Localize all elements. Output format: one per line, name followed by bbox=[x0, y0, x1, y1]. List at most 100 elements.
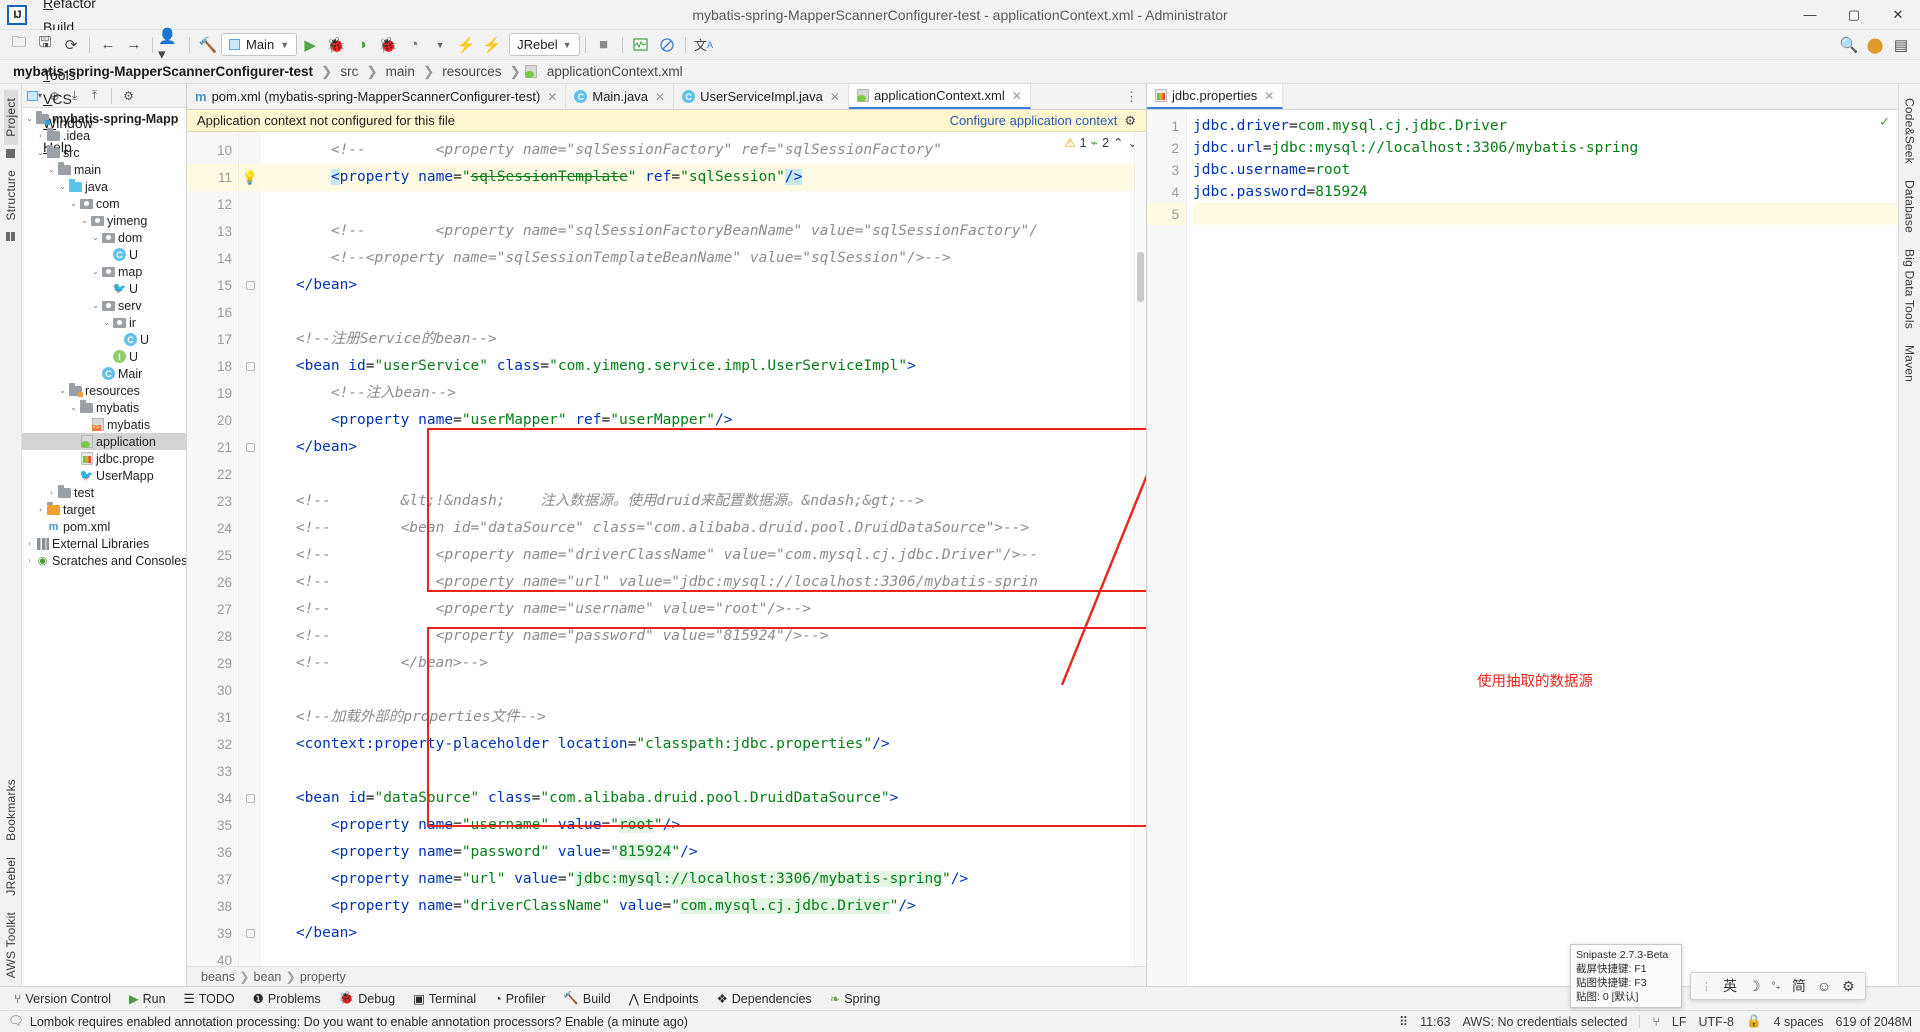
close-tab-icon[interactable]: ✕ bbox=[830, 90, 840, 104]
inspection-widget[interactable]: ⚠ 1 ⌁ 2 ⌃ ⌄ bbox=[1064, 135, 1138, 151]
breadcrumb-main[interactable]: main bbox=[381, 63, 420, 80]
code-line[interactable] bbox=[261, 461, 1146, 488]
chevron-down-icon[interactable]: ⌄ bbox=[101, 318, 112, 327]
configure-application-context-link[interactable]: Configure application context bbox=[950, 113, 1118, 128]
tool-window-dependencies[interactable]: ❖ Dependencies bbox=[709, 989, 820, 1008]
code-line[interactable]: jdbc.url=jdbc:mysql://localhost:3306/myb… bbox=[1193, 137, 1898, 159]
tree-node[interactable]: IU bbox=[22, 348, 186, 365]
editor-tab-options-icon[interactable]: ⋮ bbox=[1117, 84, 1146, 109]
rail-item-bookmarks[interactable]: Bookmarks bbox=[4, 771, 18, 849]
editor-tab[interactable]: applicationContext.xml ✕ bbox=[848, 84, 1031, 109]
code-line[interactable]: <!-- <property name="driverClassName" va… bbox=[261, 542, 1146, 569]
moon-icon[interactable]: ☽ bbox=[1748, 978, 1761, 995]
run-configuration-selector[interactable]: Main ▼ bbox=[221, 33, 298, 56]
chevron-right-icon[interactable]: › bbox=[24, 556, 35, 565]
branch-icon[interactable]: ⑂ bbox=[1652, 1015, 1660, 1029]
tree-node[interactable]: ⌄ serv bbox=[22, 297, 186, 314]
code-line[interactable] bbox=[261, 677, 1146, 704]
breadcrumb-resources[interactable]: resources bbox=[437, 63, 506, 80]
code-area-left[interactable]: 10 11 12 13 14 15 16 17 18 19 20 21 22 23 24 25 26 27 28 29… bbox=[187, 132, 1146, 966]
stop-icon[interactable]: ■ bbox=[591, 33, 617, 57]
chevron-down-icon[interactable]: ⌄ bbox=[90, 267, 101, 276]
run-icon[interactable]: ▶ bbox=[297, 33, 323, 57]
file-encoding[interactable]: UTF-8 bbox=[1699, 1015, 1734, 1029]
tree-node[interactable]: › External Libraries bbox=[22, 535, 186, 552]
profile-icon[interactable]: 🐞 bbox=[375, 33, 401, 57]
window-controls[interactable]: — ▢ ✕ bbox=[1788, 0, 1920, 30]
lock-icon[interactable]: 🔒 bbox=[1746, 1014, 1762, 1029]
tree-node[interactable]: › ◉ Scratches and Consoles bbox=[22, 552, 186, 569]
monitor-icon[interactable] bbox=[628, 33, 654, 57]
code-line[interactable]: <!--注册Service的bean--> bbox=[261, 326, 1146, 353]
caret-position[interactable]: 11:63 bbox=[1420, 1015, 1450, 1029]
chevron-right-icon[interactable]: › bbox=[35, 505, 46, 514]
tree-node[interactable]: ⌄ com bbox=[22, 195, 186, 212]
code-line[interactable]: <bean id="userService" class="com.yimeng… bbox=[261, 353, 1146, 380]
tree-node[interactable]: jdbc.prope bbox=[22, 450, 186, 467]
editor-tab[interactable]: m pom.xml (mybatis-spring-MapperScannerCo… bbox=[187, 84, 567, 109]
rail-item-jrebel[interactable]: JRebel bbox=[4, 849, 18, 904]
editor-tab[interactable]: jdbc.properties ✕ bbox=[1147, 84, 1284, 109]
breadcrumb-file[interactable]: applicationContext.xml bbox=[542, 63, 688, 80]
translate-icon[interactable]: 文A bbox=[691, 33, 717, 57]
code-line[interactable]: <property name="userMapper" ref="userMap… bbox=[261, 407, 1146, 434]
tool-window-profiler[interactable]: ◔ Profiler bbox=[486, 990, 553, 1008]
chevron-right-icon[interactable]: › bbox=[24, 539, 35, 548]
chevron-down-icon[interactable]: ⌄ bbox=[68, 403, 79, 412]
tree-node[interactable]: mybatis bbox=[22, 416, 186, 433]
tool-window-run[interactable]: ▶ Run bbox=[121, 989, 174, 1008]
editor-tab-bar-left[interactable]: m pom.xml (mybatis-spring-MapperScannerCo… bbox=[187, 84, 1146, 110]
menu-tools[interactable]: Tools bbox=[34, 63, 107, 87]
menu-vcs[interactable]: VCS bbox=[34, 87, 107, 111]
tree-node[interactable]: ⌄ dom bbox=[22, 229, 186, 246]
forward-arrow-icon[interactable]: → bbox=[121, 33, 147, 57]
code-line[interactable] bbox=[261, 299, 1146, 326]
run-with-history-icon[interactable]: ◔ bbox=[401, 33, 427, 57]
rail-item-project[interactable]: Project bbox=[3, 90, 18, 145]
ime-mode-label[interactable]: 英 bbox=[1723, 976, 1737, 996]
tree-node[interactable]: › target bbox=[22, 501, 186, 518]
code-line[interactable]: </bean> bbox=[261, 434, 1146, 461]
code-line[interactable]: <!--<property name="sqlSessionTemplateBe… bbox=[261, 245, 1146, 272]
chevron-down-icon[interactable]: ⌄ bbox=[90, 233, 101, 242]
editor-breadcrumb-property[interactable]: property bbox=[300, 970, 346, 984]
menu-refactor[interactable]: Refactor bbox=[34, 0, 107, 15]
settings-gear-icon[interactable]: ⚙ bbox=[120, 87, 137, 105]
line-separator[interactable]: LF bbox=[1672, 1015, 1687, 1029]
scrollbar-thumb[interactable] bbox=[1137, 252, 1144, 302]
editor-tab-bar-right[interactable]: jdbc.properties ✕ bbox=[1147, 84, 1898, 110]
update-icon[interactable]: ⬤ bbox=[1862, 33, 1888, 57]
toolbar-right-group[interactable]: 🔍 ⬤ ▤ bbox=[1836, 33, 1914, 57]
fold-end-icon[interactable] bbox=[239, 434, 261, 461]
tree-node[interactable]: C Mair bbox=[22, 365, 186, 382]
code-line[interactable]: <property name="sqlSessionTemplate" ref=… bbox=[261, 164, 1146, 191]
code-line[interactable]: <context:property-placeholder location="… bbox=[261, 731, 1146, 758]
balloon-icon[interactable]: 🗨 bbox=[8, 1014, 24, 1029]
background-tasks-icon[interactable]: ⠿ bbox=[1399, 1014, 1408, 1029]
tool-window-debug[interactable]: 🐞 Debug bbox=[331, 989, 403, 1008]
dot-icon[interactable]: °₊ bbox=[1772, 981, 1781, 992]
code-line[interactable]: <!-- <property name="password" value="81… bbox=[261, 623, 1146, 650]
save-icon[interactable]: 🖫 bbox=[32, 33, 58, 57]
breadcrumb-src[interactable]: src bbox=[335, 63, 363, 80]
code-line[interactable]: <bean id="dataSource" class="com.alibaba… bbox=[261, 785, 1146, 812]
code-line[interactable]: <property name="driverClassName" value="… bbox=[261, 893, 1146, 920]
editor-tab[interactable]: C UserServiceImpl.java ✕ bbox=[674, 84, 849, 109]
fold-start-icon[interactable] bbox=[239, 353, 261, 380]
code-line[interactable] bbox=[261, 947, 1146, 966]
code-line[interactable]: <property name="url" value="jdbc:mysql:/… bbox=[261, 866, 1146, 893]
chevron-down-icon[interactable]: ⌄ bbox=[90, 301, 101, 310]
tree-node[interactable]: CU bbox=[22, 246, 186, 263]
code-line[interactable]: <!--加载外部的properties文件--> bbox=[261, 704, 1146, 731]
breadcrumb[interactable]: mybatis-spring-MapperScannerConfigurer-t… bbox=[0, 60, 1920, 84]
jrebel-selector[interactable]: JRebel ▼ bbox=[509, 33, 580, 56]
code-line[interactable]: </bean> bbox=[261, 272, 1146, 299]
right-tool-rail[interactable]: Code&Seek Database Big Data Tools Maven bbox=[1898, 84, 1920, 986]
maximize-button[interactable]: ▢ bbox=[1832, 0, 1876, 30]
menu-help[interactable]: Help bbox=[34, 135, 107, 159]
tree-node[interactable]: ⌄ map bbox=[22, 263, 186, 280]
editor-tab[interactable]: C Main.java ✕ bbox=[566, 84, 675, 109]
fold-end-icon[interactable] bbox=[239, 272, 261, 299]
tool-window-version-control[interactable]: ⑂ Version Control bbox=[6, 990, 119, 1008]
tree-node[interactable]: ⌄ ir bbox=[22, 314, 186, 331]
